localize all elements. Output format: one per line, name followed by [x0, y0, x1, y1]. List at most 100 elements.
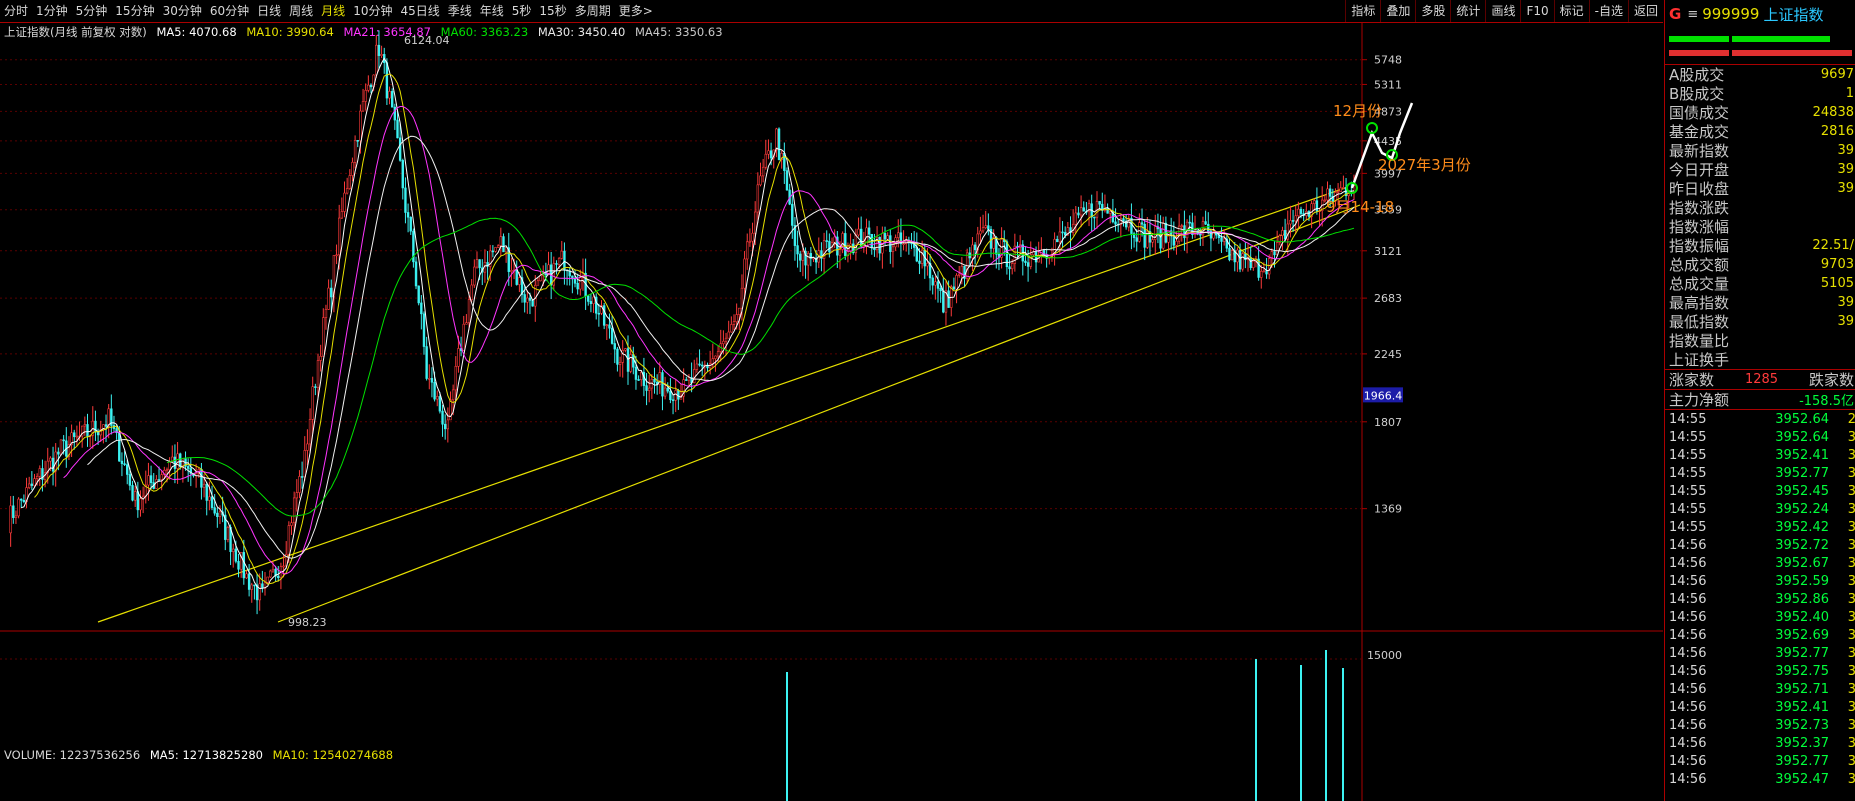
stat-label: 指数量比: [1669, 332, 1730, 350]
volume-bar: [1342, 668, 1344, 801]
stat-label: 基金成交: [1669, 123, 1730, 141]
price-axis: 5748531148734435399735593121268322451807…: [1362, 54, 1403, 516]
candle-body: [17, 498, 20, 517]
candle-body: [637, 379, 640, 381]
candle-body: [891, 246, 895, 252]
tick-time: 14:56: [1669, 609, 1707, 625]
tick-time: 14:55: [1669, 465, 1707, 481]
tick-list[interactable]: 14:553952.64214:553952.64314:553952.4131…: [1665, 409, 1855, 788]
period-tab-4[interactable]: 30分钟: [159, 0, 206, 22]
tool-button-4[interactable]: 画线: [1485, 0, 1520, 22]
candle-body: [610, 327, 614, 344]
tick-volume: 3: [1829, 484, 1855, 499]
tick-row: 14:55 3952.453: [1665, 482, 1855, 500]
period-tab-11[interactable]: 季线: [444, 0, 476, 22]
tool-button-5[interactable]: F10: [1520, 0, 1553, 22]
tool-button-8[interactable]: 返回: [1627, 0, 1663, 22]
tick-row: 14:55 3952.643: [1665, 428, 1855, 446]
candle-body: [926, 262, 929, 267]
index-code: 999999: [1702, 5, 1760, 23]
candle-body: [1339, 187, 1342, 192]
candle-body: [1289, 220, 1292, 225]
candle-body: [375, 44, 378, 76]
period-tab-1[interactable]: 1分钟: [32, 0, 72, 22]
period-tab-10[interactable]: 45日线: [396, 0, 443, 22]
candle-body: [939, 288, 942, 292]
candle-body: [756, 184, 760, 213]
tool-button-3[interactable]: 统计: [1450, 0, 1485, 22]
candle-body: [693, 369, 696, 384]
period-tab-8[interactable]: 月线: [317, 0, 349, 22]
tick-time: 14:56: [1669, 681, 1707, 697]
candle-body: [343, 192, 346, 212]
period-tab-14[interactable]: 15秒: [535, 0, 570, 22]
tick-price: 3952.64: [1775, 411, 1829, 427]
ma5-value: MA5: 4070.68: [156, 25, 237, 39]
candle-body: [300, 476, 304, 478]
period-tab-7[interactable]: 周线: [285, 0, 317, 22]
candle-body: [984, 225, 987, 229]
period-tab-15[interactable]: 多周期: [571, 0, 615, 22]
period-tab-16[interactable]: 更多>: [615, 0, 657, 22]
candle-body: [589, 301, 593, 304]
stat-label: 总成交量: [1669, 275, 1730, 293]
candle-body: [319, 356, 322, 361]
stat-row: 总成交量 5105: [1665, 274, 1855, 293]
tool-button-1[interactable]: 叠加: [1380, 0, 1415, 22]
stat-value: 5105: [1820, 276, 1854, 291]
period-tab-13[interactable]: 5秒: [508, 0, 536, 22]
tool-button-7[interactable]: -自选: [1588, 0, 1628, 22]
main-flow-label: 主力净额: [1669, 391, 1730, 409]
period-tab-6[interactable]: 日线: [253, 0, 285, 22]
candle-body: [287, 525, 291, 555]
stat-label: 最新指数: [1669, 142, 1730, 160]
tool-button-6[interactable]: 标记: [1553, 0, 1589, 22]
candle-body: [139, 498, 142, 511]
candle-body: [126, 464, 129, 475]
candle-body: [560, 250, 563, 259]
period-tab-9[interactable]: 10分钟: [349, 0, 396, 22]
tool-button-0[interactable]: 指标: [1345, 0, 1380, 22]
candle-body: [133, 491, 137, 501]
candle-body: [960, 265, 964, 275]
candle-body: [247, 573, 251, 590]
candle-body: [791, 203, 794, 226]
candle-body: [616, 348, 619, 365]
period-tab-5[interactable]: 60分钟: [206, 0, 253, 22]
period-tab-0[interactable]: 分时: [0, 0, 32, 22]
candle-body: [258, 583, 261, 601]
candle-body: [446, 419, 450, 430]
candle-body: [555, 263, 558, 265]
candle-body: [216, 512, 219, 517]
candle-body: [218, 511, 222, 517]
tick-volume: 3: [1829, 772, 1855, 787]
period-tab-2[interactable]: 5分钟: [72, 0, 112, 22]
candle-body: [687, 377, 691, 381]
candle-body: [494, 247, 497, 252]
stat-value: 39: [1837, 143, 1854, 158]
candle-body: [237, 561, 240, 570]
candle-body: [462, 323, 465, 351]
candle-body: [404, 187, 407, 213]
tick-time: 14:55: [1669, 429, 1707, 445]
period-tab-12[interactable]: 年线: [476, 0, 508, 22]
tick-time: 14:56: [1669, 771, 1707, 787]
candle-body: [118, 432, 121, 462]
stat-row: 指数量比: [1665, 331, 1855, 350]
ma21-value: MA21: 3654.87: [343, 25, 431, 39]
candle-body: [473, 266, 476, 286]
kline-chart[interactable]: 5748531148734435399735593121268322451807…: [0, 23, 1663, 801]
tick-price: 3952.86: [1775, 591, 1829, 607]
candle-body: [1077, 212, 1080, 216]
volume-tick-label: 15000: [1367, 649, 1402, 662]
candle-body: [390, 91, 394, 108]
stat-row: B股成交 1: [1665, 84, 1855, 103]
candle-body: [685, 379, 688, 381]
g-icon[interactable]: G: [1669, 5, 1681, 23]
menu-icon[interactable]: ≡: [1687, 7, 1698, 22]
ma10-value: MA10: 3990.64: [246, 25, 334, 39]
candle-body: [1159, 228, 1162, 249]
candle-body: [769, 150, 773, 159]
period-tab-3[interactable]: 15分钟: [111, 0, 158, 22]
tool-button-2[interactable]: 多股: [1415, 0, 1450, 22]
